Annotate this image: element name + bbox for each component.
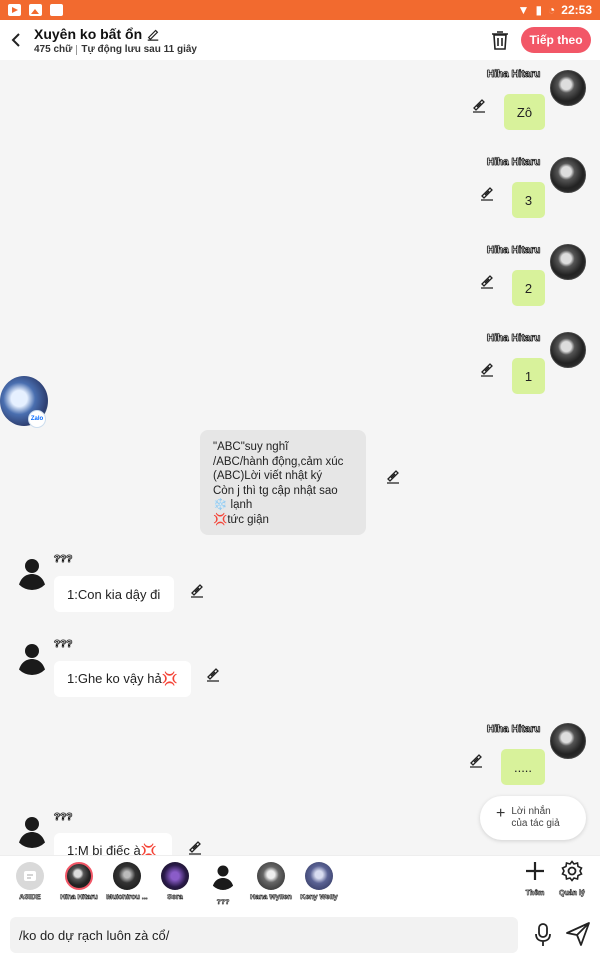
sender-name: ??? xyxy=(54,639,73,651)
clock: 22:53 xyxy=(561,3,592,17)
mic-icon[interactable] xyxy=(533,922,553,948)
sender-name: Hiha Hitaru xyxy=(487,69,541,81)
edit-title-icon[interactable] xyxy=(146,27,160,41)
message-bubble[interactable]: 1 xyxy=(512,358,545,394)
character-hiha-hitaru[interactable]: Hiha Hitaru xyxy=(56,862,102,901)
edit-pencil-icon[interactable] xyxy=(189,582,205,598)
message-bubble[interactable]: 1:Ghe ko vậy hả💢 xyxy=(54,661,191,697)
character-name: Muichirou ... xyxy=(106,894,148,901)
loading-icon: ◔ xyxy=(548,3,556,17)
avatar-hiha-hitaru[interactable] xyxy=(550,244,586,280)
character-name: ??? xyxy=(216,899,230,906)
edit-pencil-icon[interactable] xyxy=(471,97,487,113)
no-sim-icon: ▮ xyxy=(535,3,543,17)
avatar-hiha-hitaru[interactable] xyxy=(550,332,586,368)
plus-icon: + xyxy=(496,805,506,822)
character-keny-welly[interactable]: Keny Welly xyxy=(296,862,342,901)
youtube-notification-icon xyxy=(8,4,21,16)
character-name: Keny Welly xyxy=(300,894,338,901)
manage-label: Quản lý xyxy=(559,890,585,897)
message-bubble[interactable]: 1:Con kia dậy đi xyxy=(54,576,174,612)
sender-name: Hiha Hitaru xyxy=(487,245,541,257)
message-bubble[interactable]: Zô xyxy=(504,94,545,130)
character-aside[interactable]: ASIDE xyxy=(7,862,53,901)
avatar xyxy=(161,862,189,890)
character-unknown[interactable]: ??? xyxy=(200,862,246,906)
avatar-unknown[interactable] xyxy=(14,554,50,590)
character-hana-wyllen[interactable]: Hana Wyllen xyxy=(248,862,294,901)
message-bubble[interactable]: 2 xyxy=(512,270,545,306)
add-character-button[interactable]: Thêm xyxy=(517,860,553,897)
status-bar: ▼ ▮ ◔ 22:53 xyxy=(0,0,600,20)
title-block: Xuyên ko bất ổn 475 chữ Tự động lưu sau … xyxy=(34,26,197,55)
word-count: 475 chữ xyxy=(34,43,73,55)
autosave-status: Tự động lưu sau 11 giây xyxy=(81,43,197,55)
character-muichirou[interactable]: Muichirou ... xyxy=(104,862,150,901)
wifi-icon: ▼ xyxy=(517,3,530,17)
avatar xyxy=(65,862,93,890)
narration-line: 💢tức giận xyxy=(213,513,269,526)
sender-name: ??? xyxy=(54,554,73,566)
message-bubble[interactable]: 3 xyxy=(512,182,545,218)
app-notification-icon xyxy=(50,4,63,16)
next-button[interactable]: Tiếp theo xyxy=(521,27,591,53)
message-input[interactable] xyxy=(10,917,518,953)
narration-bubble[interactable]: "ABC"suy nghĩ /ABC/hành động,cảm xúc (AB… xyxy=(200,430,366,535)
story-title: Xuyên ko bất ổn xyxy=(34,25,143,42)
add-label: Thêm xyxy=(525,890,545,897)
character-name: Hiha Hitaru xyxy=(60,894,98,901)
zalo-badge: Zalo xyxy=(28,410,46,428)
edit-pencil-icon[interactable] xyxy=(479,273,495,289)
edit-pencil-icon[interactable] xyxy=(385,468,401,484)
avatar-hiha-hitaru[interactable] xyxy=(550,70,586,106)
edit-pencil-icon[interactable] xyxy=(468,752,484,768)
narration-line: ❄️ lạnh xyxy=(213,499,253,511)
back-icon xyxy=(11,33,20,47)
plus-icon xyxy=(517,860,553,888)
edit-pencil-icon[interactable] xyxy=(205,666,221,682)
character-name: ASIDE xyxy=(19,894,41,901)
trash-icon[interactable] xyxy=(490,29,510,51)
narration-line: Còn j thì tg cập nhật sao xyxy=(213,484,338,497)
edit-pencil-icon[interactable] xyxy=(479,361,495,377)
chat-area[interactable]: Hiha Hitaru Zô Hiha Hitaru 3 Hiha Hitaru… xyxy=(0,60,600,855)
avatar xyxy=(305,862,333,890)
gallery-notification-icon xyxy=(29,4,42,16)
character-name: Hana Wyllen xyxy=(250,894,292,901)
gear-icon xyxy=(554,860,590,888)
back-button[interactable] xyxy=(2,20,30,60)
divider xyxy=(76,44,78,55)
avatar-hiha-hitaru[interactable] xyxy=(550,723,586,759)
avatar xyxy=(212,865,234,890)
narration-line: (ABC)Lời viết nhật ký xyxy=(213,470,323,482)
character-name: Sora xyxy=(167,894,183,901)
avatar-unknown[interactable] xyxy=(14,812,50,848)
sender-name: Hiha Hitaru xyxy=(487,724,541,736)
composer xyxy=(0,907,600,960)
avatar xyxy=(113,862,141,890)
avatar-hiha-hitaru[interactable] xyxy=(550,157,586,193)
author-note-button[interactable]: + Lời nhắn của tác giả xyxy=(480,796,586,840)
message-bubble[interactable]: ..... xyxy=(501,749,545,785)
edit-pencil-icon[interactable] xyxy=(479,185,495,201)
send-icon[interactable] xyxy=(565,921,591,947)
author-note-label-2: của tác giả xyxy=(511,818,560,829)
character-bar: ASIDE Hiha Hitaru Muichirou ... Sora ???… xyxy=(0,855,600,907)
avatar xyxy=(257,862,285,890)
message-bubble[interactable]: 1:M bị điếc à💢 xyxy=(54,833,172,855)
aside-icon xyxy=(16,862,44,890)
narration-line: "ABC"suy nghĩ xyxy=(213,441,289,453)
app-header: Xuyên ko bất ổn 475 chữ Tự động lưu sau … xyxy=(0,20,600,60)
avatar-unknown[interactable] xyxy=(14,639,50,675)
author-note-label-1: Lời nhắn xyxy=(511,806,551,817)
edit-pencil-icon[interactable] xyxy=(187,839,203,855)
sender-name: Hiha Hitaru xyxy=(487,157,541,169)
sender-name: ??? xyxy=(54,812,73,824)
manage-button[interactable]: Quản lý xyxy=(554,860,590,897)
character-sora[interactable]: Sora xyxy=(152,862,198,901)
sender-name: Hiha Hitaru xyxy=(487,333,541,345)
narration-line: /ABC/hành động,cảm xúc xyxy=(213,455,344,468)
